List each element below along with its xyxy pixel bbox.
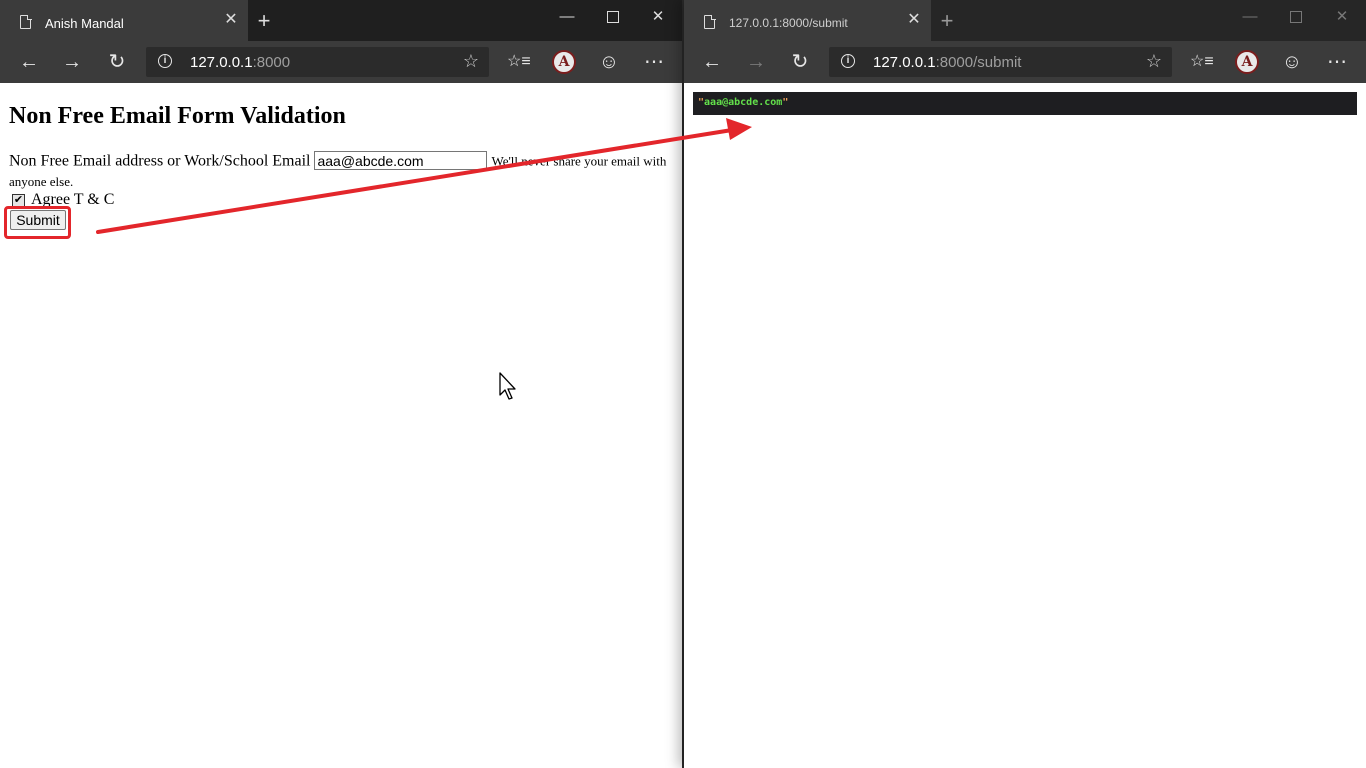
- browser-window-right: 127.0.0.1:8000/submit ✕ + — ✕ ← → ↻ i 12…: [684, 0, 1366, 768]
- minimize-icon[interactable]: —: [1238, 8, 1262, 26]
- site-info-icon[interactable]: i: [158, 54, 172, 68]
- profile-avatar-icon[interactable]: A: [1235, 50, 1259, 74]
- favorite-star-icon[interactable]: ☆: [1146, 51, 1162, 72]
- url-text: 127.0.0.1:8000: [190, 54, 291, 71]
- json-string-value: "aaa@abcde.com": [698, 97, 789, 108]
- mouse-cursor-icon: [499, 372, 516, 400]
- favorites-list-icon[interactable]: ☆≡: [1190, 51, 1214, 73]
- page-icon: [704, 14, 716, 29]
- forward-icon[interactable]: →: [745, 51, 767, 73]
- maximize-icon[interactable]: [1284, 8, 1308, 26]
- page-icon: [20, 14, 32, 29]
- nav-toolbar: ← → ↻ i 127.0.0.1:8000/submit ☆ ☆≡ A ☺ ⋯: [684, 41, 1366, 83]
- more-menu-icon[interactable]: ⋯: [643, 51, 665, 73]
- close-window-icon[interactable]: ✕: [646, 8, 670, 26]
- address-bar[interactable]: i 127.0.0.1:8000 ☆: [146, 47, 489, 77]
- close-window-icon[interactable]: ✕: [1330, 8, 1354, 26]
- annotation-highlight-box: [4, 206, 71, 239]
- tab-active[interactable]: 127.0.0.1:8000/submit ✕: [684, 0, 931, 41]
- address-bar[interactable]: i 127.0.0.1:8000/submit ☆: [829, 47, 1172, 77]
- more-menu-icon[interactable]: ⋯: [1326, 51, 1348, 73]
- page-content: Non Free Email Form Validation Non Free …: [0, 83, 682, 768]
- page-title: Non Free Email Form Validation: [9, 103, 346, 129]
- email-form-row: Non Free Email address or Work/School Em…: [9, 151, 677, 192]
- browser-window-left: Anish Mandal ✕ + — ✕ ← → ↻ i 127.0.0.1:8…: [0, 0, 683, 768]
- tab-close-icon[interactable]: ✕: [905, 11, 923, 29]
- refresh-icon[interactable]: ↻: [789, 51, 811, 73]
- json-response: "aaa@abcde.com": [693, 92, 1357, 115]
- page-content: "aaa@abcde.com": [684, 83, 1366, 768]
- nav-toolbar: ← → ↻ i 127.0.0.1:8000 ☆ ☆≡ A ☺ ⋯: [0, 41, 682, 83]
- site-info-icon[interactable]: i: [841, 54, 855, 68]
- favorite-star-icon[interactable]: ☆: [463, 51, 479, 72]
- maximize-icon[interactable]: [601, 8, 625, 26]
- tab-close-icon[interactable]: ✕: [222, 11, 240, 29]
- back-icon[interactable]: ←: [18, 51, 40, 73]
- feedback-smiley-icon[interactable]: ☺: [1281, 51, 1303, 73]
- tab-active[interactable]: Anish Mandal ✕: [0, 0, 248, 41]
- new-tab-icon[interactable]: +: [937, 10, 957, 32]
- favorites-list-icon[interactable]: ☆≡: [507, 51, 531, 73]
- minimize-icon[interactable]: —: [555, 8, 579, 26]
- title-bar: Anish Mandal ✕ + — ✕: [0, 0, 682, 41]
- profile-avatar-icon[interactable]: A: [552, 50, 576, 74]
- tab-title: Anish Mandal: [45, 16, 124, 31]
- feedback-smiley-icon[interactable]: ☺: [598, 51, 620, 73]
- new-tab-icon[interactable]: +: [254, 10, 274, 32]
- url-text: 127.0.0.1:8000/submit: [873, 54, 1022, 71]
- tab-title: 127.0.0.1:8000/submit: [729, 16, 848, 30]
- agree-checkbox[interactable]: ✔: [12, 193, 25, 207]
- refresh-icon[interactable]: ↻: [106, 51, 128, 73]
- title-bar: 127.0.0.1:8000/submit ✕ + — ✕: [684, 0, 1366, 41]
- email-label: Non Free Email address or Work/School Em…: [9, 152, 311, 170]
- email-input[interactable]: [314, 151, 488, 170]
- back-icon[interactable]: ←: [701, 51, 723, 73]
- forward-icon[interactable]: →: [61, 51, 83, 73]
